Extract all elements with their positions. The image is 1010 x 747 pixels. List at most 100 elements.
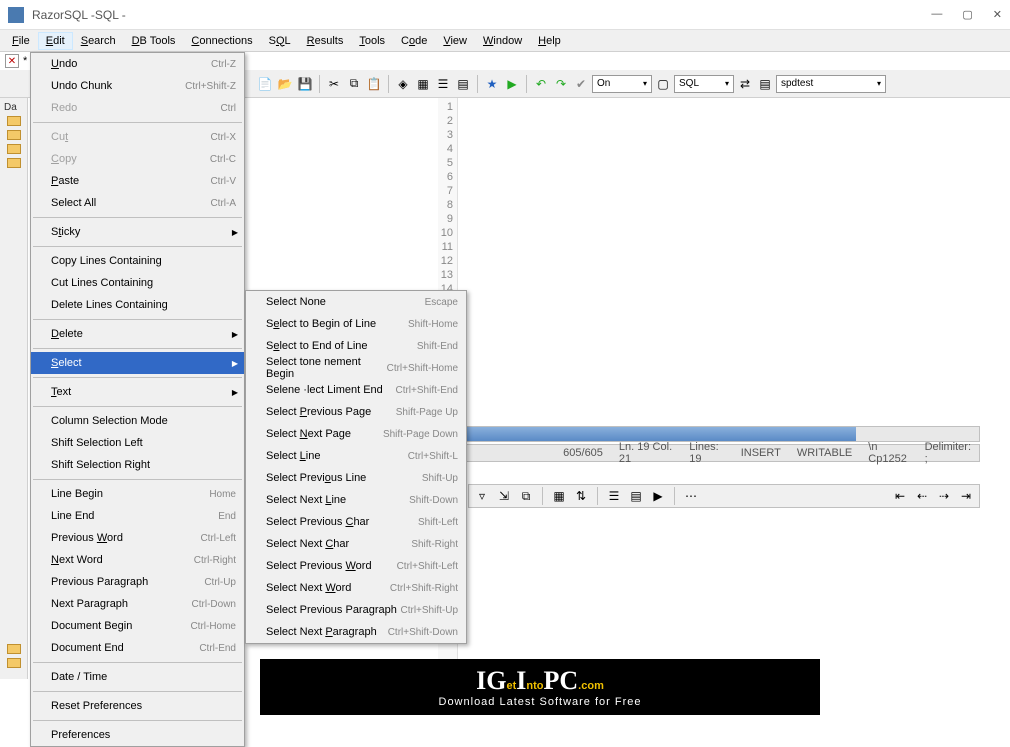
menu-item-line-end[interactable]: Line EndEnd [31,505,244,527]
menu-item-undo-chunk[interactable]: Undo ChunkCtrl+Shift-Z [31,75,244,97]
menu-item-paste[interactable]: PasteCtrl-V [31,170,244,192]
menu-item-redo[interactable]: RedoCtrl [31,97,244,119]
menu-item-sticky[interactable]: Sticky▶ [31,221,244,243]
menu-item-shift-selection-right[interactable]: Shift Selection Right [31,454,244,476]
res-more-icon[interactable]: ⋯ [682,487,700,505]
menu-item-select-to-begin-of-line[interactable]: Select to Begin of LineShift-Home [246,313,466,335]
close-button[interactable]: ✕ [993,8,1002,21]
res-export-icon[interactable]: ⇲ [495,487,513,505]
menu-item-document-begin[interactable]: Document BeginCtrl-Home [31,615,244,637]
menu-item-delete[interactable]: Delete▶ [31,323,244,345]
menu-item-preferences[interactable]: Preferences [31,724,244,746]
menu-item-delete-lines-containing[interactable]: Delete Lines Containing [31,294,244,316]
tb-list-icon[interactable]: ☰ [434,75,452,93]
menu-item-select-next-word[interactable]: Select Next WordCtrl+Shift-Right [246,577,466,599]
tb-grid-icon[interactable]: ▤ [454,75,472,93]
menu-item-reset-preferences[interactable]: Reset Preferences [31,695,244,717]
res-filter-icon[interactable]: ▿ [473,487,491,505]
menu-item-previous-paragraph[interactable]: Previous ParagraphCtrl-Up [31,571,244,593]
tb-redo-icon[interactable]: ↷ [552,75,570,93]
menu-item-select-next-char[interactable]: Select Next CharShift-Right [246,533,466,555]
maximize-button[interactable]: ▢ [962,8,972,21]
folder-icon[interactable] [6,115,22,127]
menu-sql[interactable]: SQL [261,32,299,50]
menu-item-copy-lines-containing[interactable]: Copy Lines Containing [31,250,244,272]
res-copy-icon[interactable]: ⧉ [517,487,535,505]
menu-item-select-to-end-of-line[interactable]: Select to End of LineShift-End [246,335,466,357]
menu-item-select-previous-page[interactable]: Select Previous PageShift-Page Up [246,401,466,423]
menu-item-selene-lect-liment-end[interactable]: Selene ·lect Liment EndCtrl+Shift-End [246,379,466,401]
tb-new-icon[interactable]: 📄 [256,75,274,93]
horizontal-scrollbar[interactable] [435,426,980,442]
sidebar-tree[interactable]: Da [0,98,28,679]
menu-results[interactable]: Results [299,32,352,50]
folder-icon[interactable] [6,643,22,655]
minimize-button[interactable]: — [931,8,942,21]
menu-file[interactable]: File [4,32,38,50]
tab-label[interactable]: * [23,55,27,67]
combo-sql[interactable]: SQL [674,75,734,93]
combo-db[interactable]: spdtest [776,75,886,93]
res-first-icon[interactable]: ⇤ [891,487,909,505]
res-grid-icon[interactable]: ▦ [550,487,568,505]
combo-on[interactable]: On [592,75,652,93]
menu-view[interactable]: View [435,32,475,50]
menu-item-select-tone-nement-begin[interactable]: Select tone nement BeginCtrl+Shift-Home [246,357,466,379]
tab-close-icon[interactable]: ✕ [5,54,19,68]
menu-item-select-previous-char[interactable]: Select Previous CharShift-Left [246,511,466,533]
menu-tools[interactable]: Tools [351,32,393,50]
menu-window[interactable]: Window [475,32,530,50]
menu-item-select[interactable]: Select▶ [31,352,244,374]
menu-item-date-time[interactable]: Date / Time [31,666,244,688]
tb-run-icon[interactable]: ▶ [503,75,521,93]
menu-item-next-paragraph[interactable]: Next ParagraphCtrl-Down [31,593,244,615]
tb-cut-icon[interactable]: ✂ [325,75,343,93]
menu-item-select-all[interactable]: Select AllCtrl-A [31,192,244,214]
menu-item-previous-word[interactable]: Previous WordCtrl-Left [31,527,244,549]
menu-item-cut-lines-containing[interactable]: Cut Lines Containing [31,272,244,294]
sidebar-root[interactable]: Da [0,102,27,113]
menu-edit[interactable]: Edit [38,32,73,50]
res-last-icon[interactable]: ⇥ [957,487,975,505]
menu-connections[interactable]: Connections [183,32,260,50]
tb-conn-icon[interactable]: ⇄ [736,75,754,93]
res-list-icon[interactable]: ☰ [605,487,623,505]
res-next-icon[interactable]: ⇢ [935,487,953,505]
tb-doc-icon[interactable]: ▢ [654,75,672,93]
menu-item-select-none[interactable]: Select NoneEscape [246,291,466,313]
menu-search[interactable]: Search [73,32,124,50]
menu-item-line-begin[interactable]: Line BeginHome [31,483,244,505]
scroll-thumb[interactable] [436,427,856,441]
folder-icon[interactable] [6,129,22,141]
tb-check-icon[interactable]: ✔ [572,75,590,93]
folder-icon[interactable] [6,657,22,669]
tb-undo-icon[interactable]: ↶ [532,75,550,93]
menu-item-cut[interactable]: CutCtrl-X [31,126,244,148]
tb-save-icon[interactable]: 💾 [296,75,314,93]
menu-item-shift-selection-left[interactable]: Shift Selection Left [31,432,244,454]
tb-open-icon[interactable]: 📂 [276,75,294,93]
tb-paste-icon[interactable]: 📋 [365,75,383,93]
menu-item-select-previous-line[interactable]: Select Previous LineShift-Up [246,467,466,489]
menu-item-copy[interactable]: CopyCtrl-C [31,148,244,170]
menu-dbtools[interactable]: DB Tools [124,32,184,50]
menu-item-select-previous-paragraph[interactable]: Select Previous ParagraphCtrl+Shift-Up [246,599,466,621]
tb-copy-icon[interactable]: ⧉ [345,75,363,93]
folder-icon[interactable] [6,157,22,169]
menu-item-select-next-page[interactable]: Select Next PageShift-Page Down [246,423,466,445]
menu-item-undo[interactable]: UndoCtrl-Z [31,53,244,75]
menu-item-select-next-line[interactable]: Select Next LineShift-Down [246,489,466,511]
tb-db-icon[interactable]: ◈ [394,75,412,93]
res-run-icon[interactable]: ▶ [649,487,667,505]
res-sort-icon[interactable]: ⇅ [572,487,590,505]
menu-item-select-next-paragraph[interactable]: Select Next ParagraphCtrl+Shift-Down [246,621,466,643]
tb-sheet-icon[interactable]: ▤ [756,75,774,93]
editor-body[interactable] [458,98,1010,679]
menu-item-text[interactable]: Text▶ [31,381,244,403]
res-prev-icon[interactable]: ⇠ [913,487,931,505]
menu-item-next-word[interactable]: Next WordCtrl-Right [31,549,244,571]
menu-item-document-end[interactable]: Document EndCtrl-End [31,637,244,659]
res-sheet-icon[interactable]: ▤ [627,487,645,505]
menu-item-select-line[interactable]: Select LineCtrl+Shift-L [246,445,466,467]
tb-table-icon[interactable]: ▦ [414,75,432,93]
